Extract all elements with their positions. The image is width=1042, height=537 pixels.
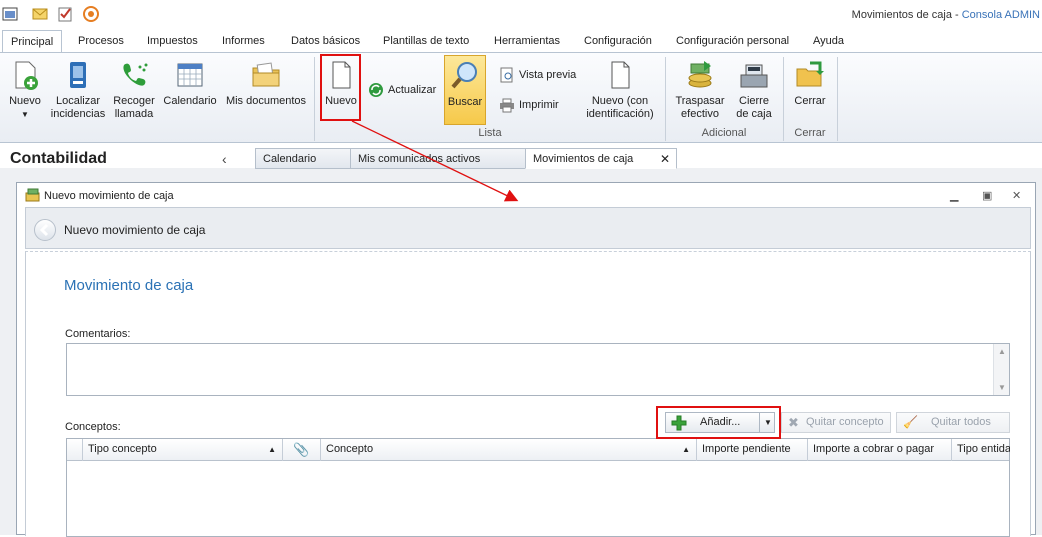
cash-register-icon	[740, 64, 768, 88]
blank-document-icon	[611, 61, 630, 89]
remove-all-button[interactable]: 🧹 Quitar todos	[896, 412, 1010, 433]
tasks-icon[interactable]	[57, 6, 73, 22]
phone-book-icon	[70, 62, 86, 88]
close-icon[interactable]: ✕	[1012, 189, 1021, 202]
app-icon[interactable]	[2, 6, 18, 22]
doc-tab-mis-comunicados[interactable]: Mis comunicados activos	[350, 148, 526, 169]
nuevo-movimiento-window: Nuevo movimiento de caja ▁ ▣ ✕ Nuevo mov…	[16, 182, 1036, 537]
tab-procesos[interactable]: Procesos	[70, 30, 132, 52]
doc-tab-movimientos-caja[interactable]: Movimientos de caja ✕	[525, 148, 677, 169]
column-importe-cobrar-pagar[interactable]: Importe a cobrar o pagar	[808, 439, 952, 461]
group-label-cerrar: Cerrar	[794, 127, 826, 139]
collapse-panel-icon[interactable]: ‹	[222, 151, 227, 167]
recoger-llamada-button[interactable]: Recoger llamada	[110, 59, 158, 121]
comentarios-label: Comentarios:	[65, 328, 131, 340]
close-folder-icon	[796, 61, 824, 87]
back-button[interactable]	[34, 219, 56, 241]
folder-icon	[252, 62, 280, 87]
back-arrow-icon	[39, 223, 49, 237]
cierre-de-caja-button[interactable]: Cierre de caja	[732, 59, 776, 121]
rss-icon[interactable]	[83, 6, 99, 22]
delete-icon: ✖	[788, 415, 799, 430]
nuevo-con-identificacion-button[interactable]: Nuevo (con identificación)	[582, 59, 658, 121]
new-document-icon	[15, 61, 38, 90]
group-label-lista: Lista	[478, 127, 502, 139]
ribbon: Nuevo ▼ Localizar incidencias Recoger llam…	[0, 52, 1042, 143]
column-importe-pendiente[interactable]: Importe pendiente	[697, 439, 808, 461]
traspasar-efectivo-button[interactable]: Traspasar efectivo	[672, 59, 728, 121]
broom-icon: 🧹	[903, 415, 918, 429]
conceptos-grid[interactable]: Tipo concepto ▲ 📎 Concepto ▲ Importe pendi…	[66, 438, 1010, 537]
magnifier-icon	[451, 62, 477, 89]
highlight-nuevo	[320, 54, 361, 121]
buscar-button[interactable]: Buscar	[444, 55, 486, 125]
ribbon-tabs: Principal Procesos Impuestos Informes Da…	[0, 30, 1042, 53]
printer-icon	[500, 98, 514, 113]
preview-icon	[500, 67, 513, 83]
refresh-icon	[369, 83, 383, 97]
panel-title: Contabilidad	[10, 150, 107, 167]
vista-previa-button[interactable]: Vista previa	[499, 67, 576, 83]
doc-tab-label: Movimientos de caja	[533, 153, 634, 165]
tab-informes[interactable]: Informes	[214, 30, 273, 52]
tab-datos-basicos[interactable]: Datos básicos	[283, 30, 368, 52]
column-concepto[interactable]: Concepto ▲	[321, 439, 697, 461]
phone-icon	[123, 63, 148, 86]
sort-asc-icon: ▲	[682, 445, 690, 454]
section-title: Movimiento de caja	[64, 277, 194, 294]
doc-tab-calendario[interactable]: Calendario	[255, 148, 351, 169]
mail-icon[interactable]	[32, 6, 48, 22]
comentarios-scrollbar[interactable]: ▲ ▼	[993, 344, 1009, 395]
conceptos-label: Conceptos:	[65, 421, 121, 433]
title-bar: Movimientos de caja - Consola ADMIN	[0, 0, 1042, 32]
tab-plantillas-texto[interactable]: Plantillas de texto	[375, 30, 477, 52]
tab-ayuda[interactable]: Ayuda	[805, 30, 852, 52]
column-tipo-concepto[interactable]: Tipo concepto ▲	[83, 439, 283, 461]
highlight-anadir	[656, 406, 781, 439]
cash-icon	[25, 188, 40, 202]
actualizar-button[interactable]: Actualizar	[368, 82, 436, 98]
tab-configuracion[interactable]: Configuración	[576, 30, 660, 52]
cerrar-button[interactable]: Cerrar	[788, 59, 832, 108]
comentarios-field[interactable]: ▲ ▼	[66, 343, 1010, 396]
tab-principal[interactable]: Principal	[2, 30, 63, 53]
remove-concept-button[interactable]: ✖ Quitar concepto	[781, 412, 891, 433]
chevron-down-icon[interactable]: ▼	[4, 108, 46, 121]
imprimir-button[interactable]: Imprimir	[499, 97, 559, 113]
group-label-adicional: Adicional	[701, 127, 747, 139]
tab-configuracion-personal[interactable]: Configuración personal	[668, 30, 797, 52]
localizar-incidencias-button[interactable]: Localizar incidencias	[50, 59, 106, 121]
mis-documentos-button[interactable]: Mis documentos	[224, 59, 308, 108]
money-transfer-icon	[688, 61, 712, 88]
form-header: Nuevo movimiento de caja	[25, 207, 1031, 249]
form-header-title: Nuevo movimiento de caja	[64, 223, 206, 237]
remove-concept-label: Quitar concepto	[806, 416, 884, 428]
grid-header: Tipo concepto ▲ 📎 Concepto ▲ Importe pendi…	[67, 439, 1010, 461]
inner-window-title: Nuevo movimiento de caja	[44, 190, 174, 202]
sort-asc-icon: ▲	[268, 445, 276, 454]
restore-icon[interactable]: ▣	[982, 189, 992, 202]
window-title: Movimientos de caja - Consola ADMIN	[851, 9, 1040, 21]
nuevo-button[interactable]: Nuevo ▼	[4, 59, 46, 121]
close-icon[interactable]: ✕	[660, 149, 670, 169]
tab-herramientas[interactable]: Herramientas	[486, 30, 568, 52]
calendar-icon	[177, 63, 203, 87]
minimize-icon[interactable]: ▁	[950, 189, 958, 202]
paperclip-icon[interactable]: 📎	[283, 439, 321, 461]
column-tipo-entidad[interactable]: Tipo entida	[952, 439, 1010, 461]
inner-window-titlebar: Nuevo movimiento de caja ▁ ▣ ✕	[17, 183, 1035, 207]
calendario-button[interactable]: Calendario	[162, 59, 218, 108]
tab-impuestos[interactable]: Impuestos	[139, 30, 206, 52]
form-content: Movimiento de caja Comentarios: ▲ ▼ Conce…	[25, 251, 1031, 537]
remove-all-label: Quitar todos	[931, 416, 991, 428]
grid-indicator-column	[67, 439, 83, 461]
